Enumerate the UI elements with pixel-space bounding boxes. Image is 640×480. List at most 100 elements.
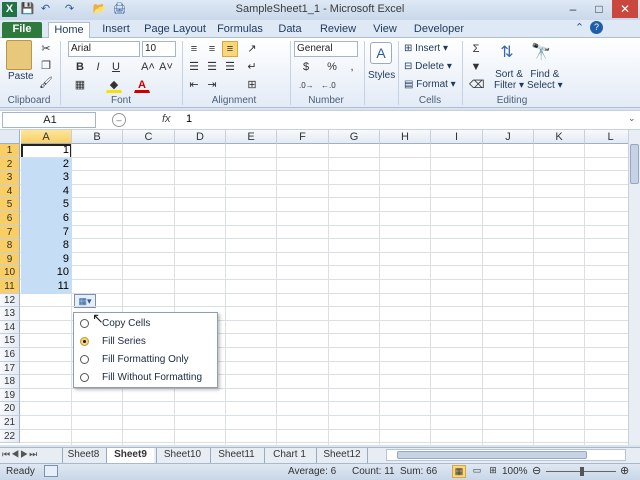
cell-a2[interactable]: 2: [21, 157, 72, 172]
zoom-out-icon[interactable]: ⊖: [532, 464, 541, 477]
bold-button[interactable]: B: [72, 59, 88, 75]
number-format-field[interactable]: General: [294, 41, 358, 57]
percent-button[interactable]: %: [324, 59, 340, 75]
scrollbar-thumb[interactable]: [630, 144, 639, 184]
row-header[interactable]: 19: [0, 388, 20, 403]
option-fill-formatting-only[interactable]: Fill Formatting Only: [78, 351, 214, 368]
insert-cells-button[interactable]: ⊞ Insert ▾: [404, 43, 448, 54]
sort-filter-button[interactable]: Sort & Filter ▾: [494, 69, 524, 91]
zoom-in-icon[interactable]: ⊕: [620, 464, 629, 477]
column-header[interactable]: L: [585, 130, 628, 144]
orientation-icon[interactable]: ↗: [244, 41, 260, 57]
sheet-tab[interactable]: Sheet11: [210, 448, 262, 463]
cell-a3[interactable]: 3: [21, 171, 72, 185]
decrease-indent-icon[interactable]: ⇤: [186, 77, 202, 93]
tab-page-layout[interactable]: Page Layout: [142, 22, 208, 39]
row-header[interactable]: 13: [0, 307, 20, 321]
increase-indent-icon[interactable]: ⇥: [204, 77, 220, 93]
sheet-nav-arrows[interactable]: ⏮◀▶⏭: [2, 449, 38, 460]
cell-a8[interactable]: 8: [21, 239, 72, 253]
row-header[interactable]: 8: [0, 239, 20, 253]
radio-fill-without-formatting[interactable]: [80, 373, 89, 382]
increase-decimal-icon[interactable]: .0→: [298, 77, 314, 93]
tab-home[interactable]: Home: [48, 22, 90, 39]
row-header[interactable]: 10: [0, 266, 20, 280]
row-header[interactable]: 14: [0, 320, 20, 335]
align-middle-icon[interactable]: ≡: [204, 41, 220, 57]
align-bottom-icon[interactable]: ≡: [222, 41, 238, 57]
autosum-icon[interactable]: Σ: [468, 41, 484, 57]
sheet-tab[interactable]: Sheet8: [62, 448, 104, 463]
align-right-icon[interactable]: ☰: [222, 59, 238, 75]
tab-file[interactable]: File: [2, 22, 42, 39]
row-header[interactable]: 17: [0, 361, 20, 376]
cell-a7[interactable]: 7: [21, 225, 72, 240]
tab-view[interactable]: View: [366, 22, 404, 39]
row-header[interactable]: 3: [0, 171, 20, 185]
borders-icon[interactable]: ▦: [72, 77, 88, 93]
font-size-field[interactable]: 10: [142, 41, 176, 57]
formula-input[interactable]: 1: [186, 113, 192, 125]
copy-icon[interactable]: ❐: [38, 58, 54, 74]
column-header[interactable]: D: [175, 130, 226, 144]
cell-a5[interactable]: 5: [21, 198, 72, 212]
format-painter-icon[interactable]: 🖌: [38, 75, 54, 91]
scrollbar-thumb[interactable]: [397, 451, 587, 459]
close-button[interactable]: ✕: [612, 0, 638, 18]
row-header[interactable]: 1: [0, 144, 20, 158]
row-header[interactable]: 9: [0, 252, 20, 267]
row-header[interactable]: 15: [0, 334, 20, 348]
sheet-tab-active[interactable]: Sheet9: [106, 448, 154, 463]
paste-button[interactable]: Paste: [8, 71, 34, 82]
sheet-tab[interactable]: Sheet10: [156, 448, 208, 463]
column-header[interactable]: G: [329, 130, 380, 144]
tab-review[interactable]: Review: [314, 22, 362, 39]
horizontal-scrollbar[interactable]: [386, 449, 626, 461]
insert-function-button[interactable]: fx: [162, 113, 171, 125]
cell-a4[interactable]: 4: [21, 184, 72, 199]
align-left-icon[interactable]: ☰: [186, 59, 202, 75]
font-color-icon[interactable]: A: [134, 77, 150, 93]
grow-font-button[interactable]: A˄: [140, 59, 156, 75]
column-header[interactable]: A: [21, 130, 72, 144]
align-top-icon[interactable]: ≡: [186, 41, 202, 57]
styles-icon[interactable]: A: [370, 42, 392, 64]
column-header[interactable]: C: [123, 130, 175, 144]
column-header[interactable]: I: [431, 130, 483, 144]
cell-a1[interactable]: 1: [21, 144, 72, 158]
zoom-level[interactable]: 100%: [502, 466, 528, 477]
comma-button[interactable]: ,: [344, 59, 360, 75]
name-box[interactable]: A1: [2, 112, 96, 128]
row-header[interactable]: 11: [0, 280, 20, 294]
row-header[interactable]: 4: [0, 184, 20, 199]
option-fill-series[interactable]: Fill Series: [78, 333, 214, 350]
row-header[interactable]: 16: [0, 348, 20, 362]
page-break-view-icon[interactable]: ⊞: [486, 465, 500, 478]
row-header[interactable]: 20: [0, 402, 20, 416]
column-header[interactable]: H: [380, 130, 431, 144]
radio-fill-series[interactable]: [80, 337, 89, 346]
row-header[interactable]: 7: [0, 225, 20, 240]
clear-icon[interactable]: ⌫: [468, 77, 485, 93]
minimize-button[interactable]: –: [560, 0, 586, 18]
row-header[interactable]: 6: [0, 212, 20, 226]
font-name-field[interactable]: Arial: [68, 41, 140, 57]
row-header[interactable]: 2: [0, 157, 20, 172]
align-center-icon[interactable]: ☰: [204, 59, 220, 75]
cell-a9[interactable]: 9: [21, 252, 72, 267]
radio-copy-cells[interactable]: [80, 319, 89, 328]
format-cells-button[interactable]: ▤ Format ▾: [404, 79, 456, 90]
help-icon[interactable]: ?: [590, 21, 603, 34]
merge-center-icon[interactable]: ⊞: [244, 77, 260, 93]
row-header[interactable]: 22: [0, 429, 20, 444]
find-select-button[interactable]: Find & Select ▾: [527, 69, 563, 91]
sort-filter-icon[interactable]: ⇅: [496, 42, 518, 64]
column-header[interactable]: F: [277, 130, 329, 144]
cell-a6[interactable]: 6: [21, 212, 72, 226]
row-header[interactable]: 21: [0, 416, 20, 430]
minimize-ribbon-icon[interactable]: ⌃: [572, 21, 587, 36]
styles-button[interactable]: Styles: [368, 70, 395, 81]
cell-a10[interactable]: 10: [21, 266, 72, 280]
row-header[interactable]: 5: [0, 198, 20, 212]
worksheet-grid[interactable]: ▦▾ A B C D E F G H I J K L 1 2 3 4 5 6 7 8 9 10 11 12 13 14 15 16 17…: [0, 130, 628, 445]
